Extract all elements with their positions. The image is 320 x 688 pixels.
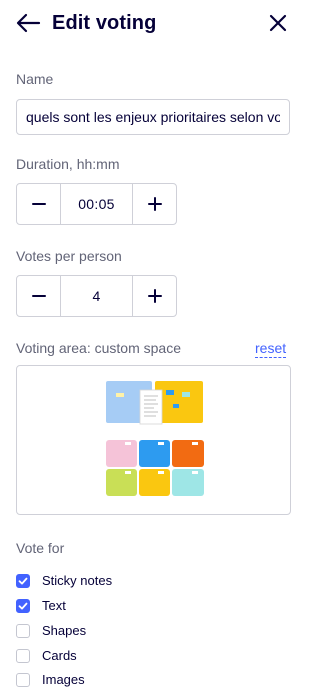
checkmark-icon [18,577,28,585]
duration-label: Duration, hh:mm [16,156,120,172]
document-card [139,389,163,425]
close-icon [269,14,287,32]
votes-stepper: 4 [16,275,177,317]
votes-value[interactable]: 4 [61,275,132,317]
arrow-left-icon [16,13,41,33]
checkmark-icon [18,602,28,610]
shapes-checkbox[interactable] [16,624,30,638]
images-checkbox[interactable] [16,673,30,687]
shapes-option-label: Shapes [42,623,87,638]
duration-stepper: 00:05 [16,183,177,225]
vote-option-text[interactable]: Text [16,597,66,615]
voting-area-label: Voting area: custom space [16,340,181,356]
panel-header: Edit voting [0,0,297,48]
votes-label: Votes per person [16,248,122,264]
votes-increment-button[interactable] [132,275,177,317]
plus-icon [147,289,162,303]
cards-checkbox[interactable] [16,649,30,663]
vote-option-cards[interactable]: Cards [16,647,77,665]
minus-icon [31,203,46,205]
vote-option-images[interactable]: Images [16,671,85,688]
minus-icon [31,295,46,297]
board-thumbnail [106,381,204,496]
back-button[interactable] [14,10,42,36]
name-label: Name [16,71,54,87]
text-checkbox[interactable] [16,599,30,613]
cards-option-label: Cards [42,648,77,663]
duration-increment-button[interactable] [132,183,177,225]
sticky-notes-option-label: Sticky notes [42,573,113,588]
vote-option-shapes[interactable]: Shapes [16,622,86,640]
votes-decrement-button[interactable] [16,275,61,317]
duration-decrement-button[interactable] [16,183,61,225]
name-input[interactable] [16,99,290,135]
edit-voting-panel: Edit voting Name Duration, hh:mm 00:05 V… [0,0,297,688]
duration-value[interactable]: 00:05 [61,183,132,225]
close-button[interactable] [266,11,290,35]
reset-link[interactable]: reset [255,339,287,358]
page-title: Edit voting [52,12,157,34]
sticky-notes-checkbox[interactable] [16,574,30,588]
voting-area-preview[interactable] [16,365,291,515]
text-option-label: Text [42,598,66,613]
sticky-notes-grid [106,440,204,496]
images-option-label: Images [42,672,85,687]
plus-icon [147,197,162,211]
vote-for-label: Vote for [16,540,65,556]
vote-option-sticky-notes[interactable]: Sticky notes [16,572,112,590]
